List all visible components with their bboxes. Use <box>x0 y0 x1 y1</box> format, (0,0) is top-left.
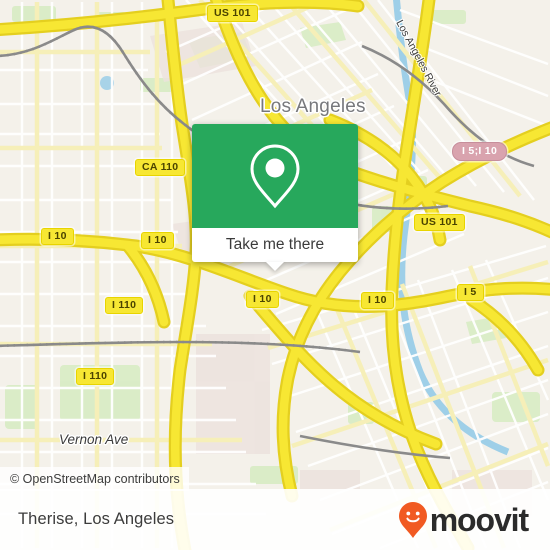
shield-i10-east[interactable]: I 10 <box>361 292 394 309</box>
moovit-brand[interactable]: moovit <box>398 501 529 539</box>
take-me-there-label: Take me there <box>225 236 325 253</box>
street-label-vernon-ave: Vernon Ave <box>59 432 129 447</box>
shield-i10-west-2[interactable]: I 10 <box>141 232 174 249</box>
popup-pointer-tail <box>266 262 284 271</box>
place-name-label: Therise, Los Angeles <box>18 510 175 528</box>
shield-i5[interactable]: I 5 <box>457 284 484 301</box>
shield-i10-center[interactable]: I 10 <box>246 291 279 308</box>
moovit-map-screen: Los Angeles Vernon Ave Los Angeles River… <box>0 0 550 550</box>
shield-us-101-north[interactable]: US 101 <box>207 5 258 22</box>
popup-header <box>192 124 358 228</box>
place-label-los-angeles: Los Angeles <box>260 96 366 117</box>
moovit-wordmark: moovit <box>429 501 529 538</box>
shield-i110-mid[interactable]: I 110 <box>105 297 144 314</box>
location-popup-card[interactable]: Take me there <box>192 124 358 271</box>
shield-ca-110[interactable]: CA 110 <box>135 159 186 176</box>
moovit-smiley-pin-icon <box>398 501 427 538</box>
shield-i10-west[interactable]: I 10 <box>41 228 74 245</box>
osm-attribution[interactable]: © OpenStreetMap contributors <box>0 467 189 491</box>
shield-i5-i10[interactable]: I 5;I 10 <box>452 142 508 161</box>
shield-us-101-east[interactable]: US 101 <box>414 214 465 231</box>
take-me-there-button[interactable]: Take me there <box>192 228 358 271</box>
shield-i110-south[interactable]: I 110 <box>76 368 115 385</box>
bottom-info-bar: Therise, Los Angeles moovit <box>0 489 550 550</box>
map-pin-icon <box>250 144 300 209</box>
